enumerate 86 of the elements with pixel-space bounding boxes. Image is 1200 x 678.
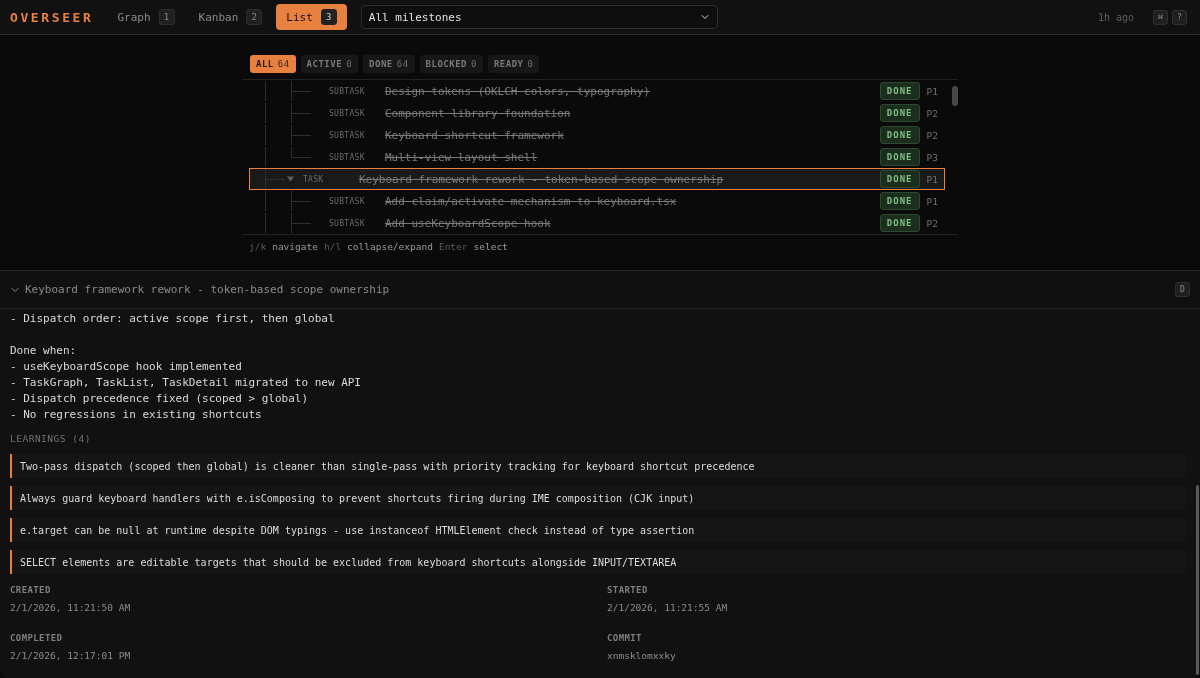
meta-label: COMPLETED — [10, 632, 63, 644]
description-line: - useKeyboardScope hook implemented — [10, 359, 242, 375]
filter-count: 64 — [277, 59, 290, 69]
view-tab[interactable]: Graph 1 — [107, 4, 185, 30]
task-row[interactable]: SUBTASK Component library foundation DONE P2 — [249, 102, 945, 124]
scrollbar-thumb[interactable] — [952, 86, 958, 106]
meta-value: 2/1/2026, 11:21:55 AM — [607, 602, 728, 614]
task-type-label: SUBTASK — [329, 196, 365, 206]
status-badge: DONE — [879, 148, 920, 166]
task-title: Keyboard framework rework - token-based scope ownership — [359, 172, 724, 186]
key-hint-button[interactable]: ? — [1172, 9, 1187, 25]
meta-value: xnmsklomxxky — [607, 650, 676, 662]
key-hint-button[interactable]: ⌘ — [1153, 9, 1168, 25]
hint-action: select — [473, 241, 508, 252]
priority-label: P2 — [926, 129, 938, 141]
learning-note: Always guard keyboard handlers with e.isComposing to prevent shortcuts firing during IME composition (CJK input) — [10, 486, 1187, 510]
shortcut-key: 3 — [320, 9, 337, 25]
filter-chip[interactable]: READY 0 — [487, 55, 540, 73]
scrollbar-thumb[interactable] — [1196, 485, 1199, 675]
shortcut-key: 2 — [246, 9, 263, 25]
meta-value: 2/1/2026, 12:17:01 PM — [10, 650, 131, 662]
shortcut-key: 1 — [158, 9, 175, 25]
status-badge: DONE — [879, 170, 920, 188]
task-title: Add claim/activate mechanism to keyboard.tsx — [385, 194, 677, 208]
description-line: - No regressions in existing shortcuts — [10, 407, 262, 423]
meta-label: COMMIT — [607, 632, 642, 644]
task-title: Keyboard shortcut framework — [385, 128, 564, 142]
filter-count: 0 — [346, 59, 353, 69]
hint-action: navigate — [272, 241, 318, 252]
priority-label: P1 — [926, 85, 938, 97]
task-title: Add useKeyboardScope hook — [385, 216, 551, 230]
task-title: Design tokens (OKLCH colors, typography) — [385, 84, 650, 98]
status-badge: DONE — [879, 214, 920, 232]
app-logo: OVERSEER — [10, 9, 94, 25]
meta-value: 2/1/2026, 11:21:50 AM — [10, 602, 131, 614]
task-type-label: SUBTASK — [329, 130, 365, 140]
task-row[interactable]: SUBTASK Design tokens (OKLCH colors, typography) DONE P1 — [249, 80, 945, 102]
description-line: - Dispatch order: active scope first, then global — [10, 311, 335, 327]
filter-count: 64 — [396, 59, 409, 69]
last-updated-text: 1h ago — [1097, 11, 1134, 23]
status-badge: DONE — [879, 126, 920, 144]
view-tab[interactable]: List 3 — [276, 4, 347, 30]
filter-count: 0 — [471, 59, 477, 69]
task-row[interactable]: SUBTASK Multi-view layout shell DONE P3 — [249, 146, 945, 168]
priority-label: P1 — [926, 173, 938, 185]
filter-chip[interactable]: ALL 64 — [250, 55, 296, 73]
task-type-label: SUBTASK — [329, 86, 365, 96]
view-tab[interactable]: Kanban 2 — [188, 4, 273, 30]
filter-chip[interactable]: BLOCKED 0 — [419, 55, 483, 73]
hint-key: j/k — [249, 241, 267, 252]
task-type-label: SUBTASK — [329, 218, 365, 228]
hint-key: h/l — [323, 241, 342, 252]
description-line: - TaskGraph, TaskList, TaskDetail migrated to new API — [10, 375, 361, 391]
priority-label: P2 — [926, 107, 938, 119]
section-heading: LEARNINGS (4) — [10, 433, 91, 445]
milestone-select[interactable]: All milestones — [360, 5, 718, 29]
priority-label: P1 — [926, 195, 938, 207]
task-title: Component library foundation — [385, 106, 571, 120]
filter-chip[interactable]: ACTIVE 0 — [300, 55, 359, 73]
filter-count: 0 — [527, 59, 534, 69]
priority-label: P3 — [926, 151, 938, 163]
learning-note: SELECT elements are editable targets that should be excluded from keyboard shortcuts alongside INPUT/TEXTAREA — [10, 550, 1187, 574]
description-line: - Dispatch precedence fixed (scoped > global) — [10, 391, 308, 407]
task-row[interactable]: TASK Keyboard framework rework - token-based scope ownership DONE P1 — [249, 168, 945, 190]
hint-action: collapse/expand — [347, 241, 433, 252]
task-row[interactable]: SUBTASK Keyboard shortcut framework DONE P2 — [249, 124, 945, 146]
status-badge: DONE — [879, 192, 920, 210]
meta-label: STARTED — [607, 584, 648, 596]
learning-note: e.target can be null at runtime despite DOM typings - use instanceof HTMLElement check instead of type assertion — [10, 518, 1187, 542]
status-badge: DONE — [879, 104, 920, 122]
task-type-label: SUBTASK — [329, 108, 365, 118]
meta-label: CREATED — [10, 584, 51, 596]
detail-title: Keyboard framework rework - token-based scope ownership — [25, 283, 390, 296]
task-type-label: SUBTASK — [329, 152, 365, 162]
hint-key: Enter — [438, 241, 468, 252]
priority-label: P2 — [926, 217, 938, 229]
task-title: Multi-view layout shell — [385, 150, 538, 164]
task-row[interactable]: SUBTASK Add claim/activate mechanism to keyboard.tsx DONE P1 — [249, 190, 945, 212]
caret-down-icon[interactable] — [287, 176, 294, 182]
description-line: Done when: — [10, 343, 77, 359]
filter-chip[interactable]: DONE 64 — [363, 55, 415, 73]
learning-note: Two-pass dispatch (scoped then global) is cleaner than single-pass with priority tracking for keyboard shortcut precedence — [10, 454, 1187, 478]
task-row[interactable]: SUBTASK Add useKeyboardScope hook DONE P2 — [249, 212, 945, 234]
shortcut-key: D — [1175, 282, 1190, 297]
task-type-label: TASK — [303, 174, 324, 184]
status-badge: DONE — [879, 82, 920, 100]
